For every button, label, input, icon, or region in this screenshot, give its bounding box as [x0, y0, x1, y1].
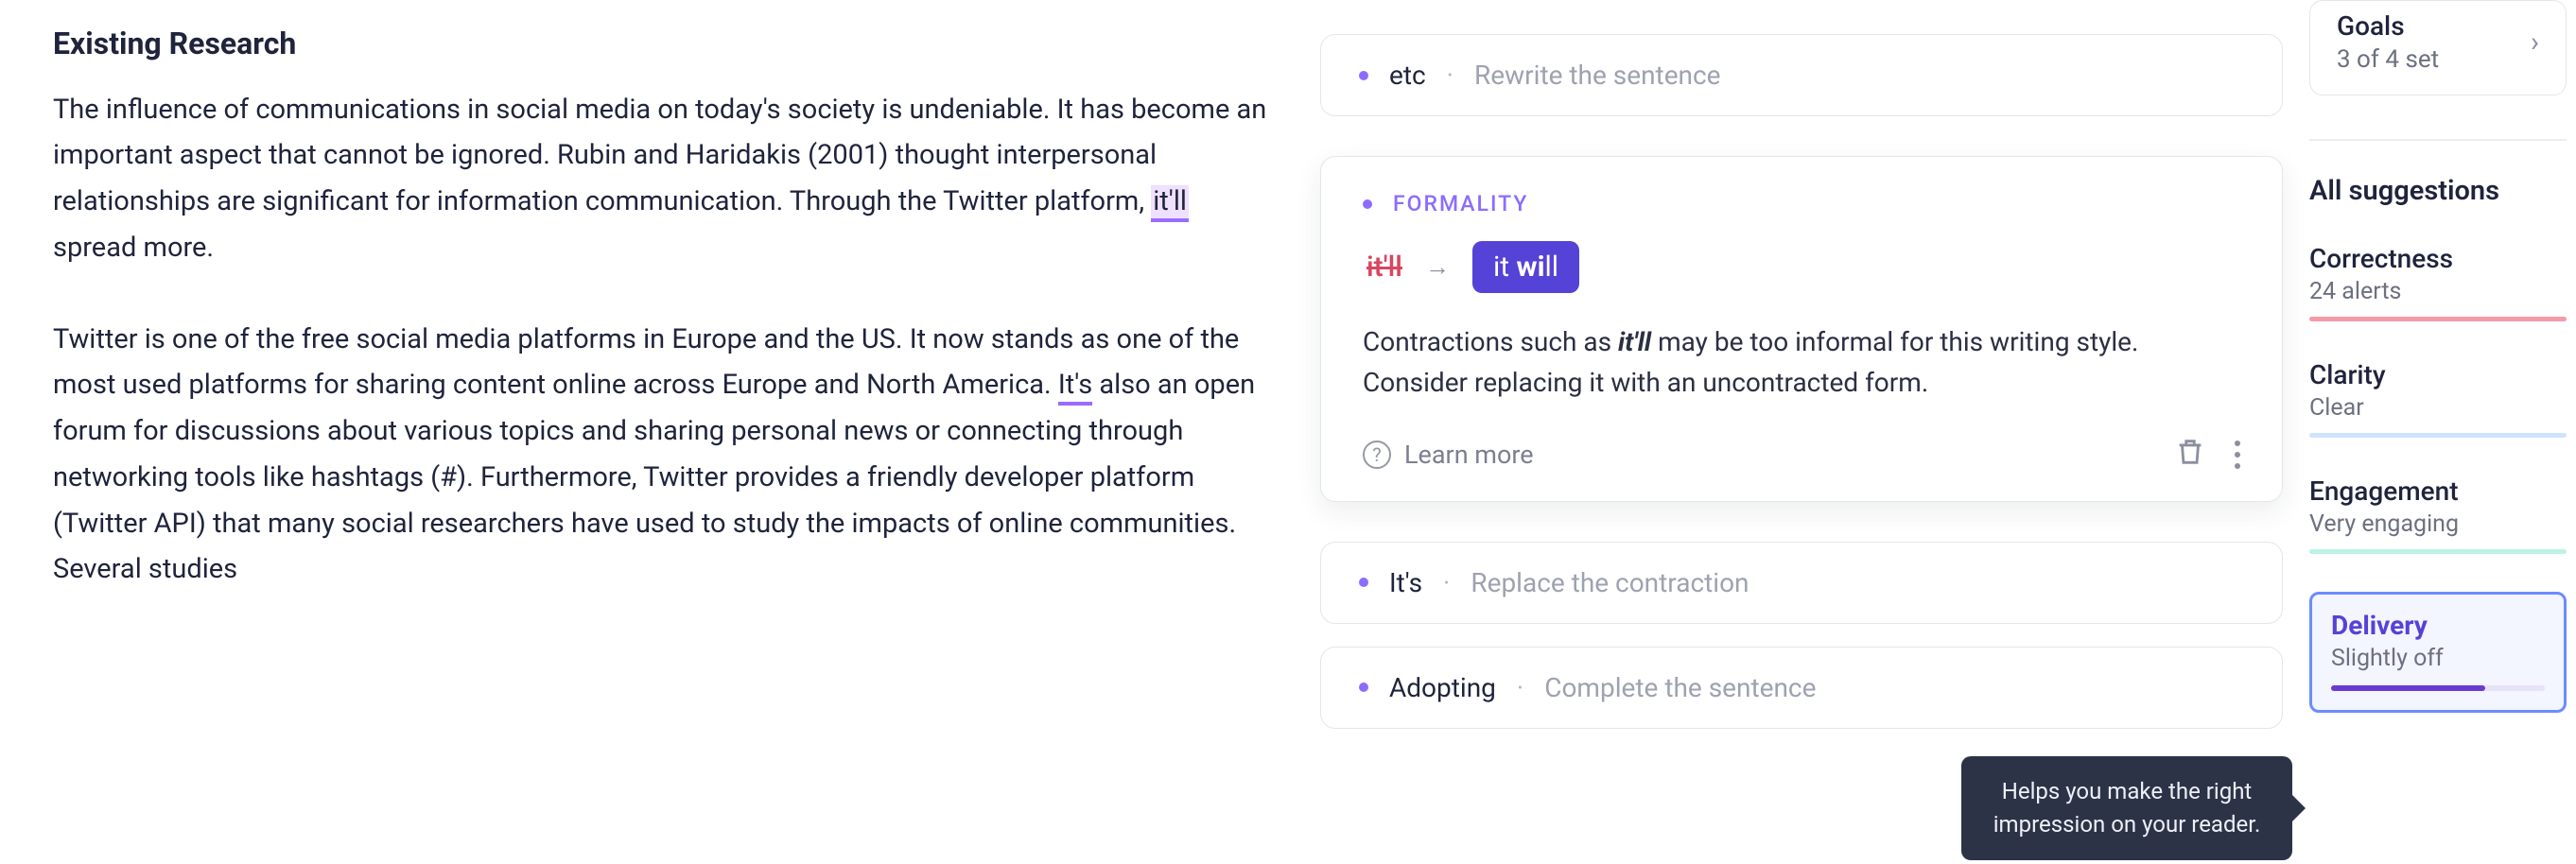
bullet-icon [1363, 199, 1372, 209]
metric-title: Clarity [2309, 359, 2567, 390]
separator: · [1443, 567, 1450, 598]
original-text: it'll [1366, 251, 1402, 284]
suggestion-hint: Replace the contraction [1471, 567, 1749, 598]
metric-title: Correctness [2309, 243, 2567, 274]
metric-correctness[interactable]: Correctness 24 alerts [2309, 243, 2567, 321]
separator: · [1517, 672, 1523, 703]
metric-bar [2309, 317, 2567, 321]
suggestion-word: It's [1389, 567, 1422, 598]
separator: · [1447, 60, 1453, 91]
goals-card[interactable]: Goals 3 of 4 set › [2309, 0, 2567, 95]
suggestion-word: Adopting [1389, 672, 1496, 703]
more-options-button[interactable] [2235, 441, 2240, 469]
suggestion-card-adopting[interactable]: Adopting · Complete the sentence [1320, 647, 2283, 729]
suggestion-hint: Complete the sentence [1544, 672, 1816, 703]
highlight-its[interactable]: It's [1058, 369, 1092, 406]
category-label: FORMALITY [1393, 191, 1528, 216]
metric-bar [2331, 685, 2545, 691]
kebab-dot-icon [2235, 463, 2240, 469]
suggestion-hint: Rewrite the sentence [1474, 60, 1721, 91]
metric-bar-fill [2331, 685, 2485, 691]
metric-bar [2309, 549, 2567, 554]
paragraph-1[interactable]: The influence of communications in socia… [53, 87, 1267, 271]
document-pane: Existing Research The influence of commu… [0, 0, 1320, 864]
metric-delivery[interactable]: Delivery Slightly off [2309, 592, 2567, 713]
help-icon: ? [1363, 441, 1391, 469]
suggestions-pane: etc · Rewrite the sentence FORMALITY it'… [1320, 0, 2283, 864]
arrow-icon: → [1425, 252, 1450, 282]
metric-subtitle: Slightly off [2331, 645, 2545, 672]
goals-subtitle: 3 of 4 set [2337, 45, 2439, 74]
chevron-right-icon: › [2531, 26, 2539, 59]
kebab-dot-icon [2235, 441, 2240, 446]
trash-icon [2174, 436, 2206, 468]
sidebar-pane: Goals 3 of 4 set › All suggestions Corre… [2283, 0, 2576, 864]
all-suggestions-heading[interactable]: All suggestions [2309, 175, 2567, 207]
dismiss-button[interactable] [2174, 436, 2206, 475]
suggestion-card-etc[interactable]: etc · Rewrite the sentence [1320, 34, 2283, 116]
metric-subtitle: 24 alerts [2309, 278, 2567, 305]
paragraph-2[interactable]: Twitter is one of the free social media … [53, 317, 1267, 593]
explanation-text: Contractions such as it'll may be too in… [1363, 321, 2240, 404]
metric-engagement[interactable]: Engagement Very engaging [2309, 475, 2567, 554]
learn-more-link[interactable]: ? Learn more [1363, 440, 1534, 470]
replacement-chip[interactable]: it will [1472, 241, 1579, 293]
bullet-icon [1359, 578, 1368, 587]
p1-text-a: The influence of communications in socia… [53, 94, 1266, 217]
metric-subtitle: Very engaging [2309, 510, 2567, 538]
divider [2309, 139, 2567, 141]
metric-bar [2309, 433, 2567, 438]
section-heading: Existing Research [53, 19, 1267, 70]
bullet-icon [1359, 71, 1368, 80]
highlight-itll[interactable]: it'll [1151, 185, 1189, 222]
learn-more-label: Learn more [1404, 440, 1534, 470]
bullet-icon [1359, 683, 1368, 692]
suggestion-card-expanded: FORMALITY it'll → it will Contractions s… [1320, 156, 2283, 502]
metric-title: Engagement [2309, 475, 2567, 507]
goals-title: Goals [2337, 10, 2439, 42]
delivery-tooltip: Helps you make the right impression on y… [1961, 756, 2292, 860]
metric-clarity[interactable]: Clarity Clear [2309, 359, 2567, 438]
suggestion-card-its[interactable]: It's · Replace the contraction [1320, 542, 2283, 624]
metric-title: Delivery [2331, 610, 2545, 641]
suggestion-word: etc [1389, 60, 1426, 91]
metric-subtitle: Clear [2309, 394, 2567, 422]
kebab-dot-icon [2235, 452, 2240, 458]
p1-text-b: spread more. [53, 232, 214, 264]
